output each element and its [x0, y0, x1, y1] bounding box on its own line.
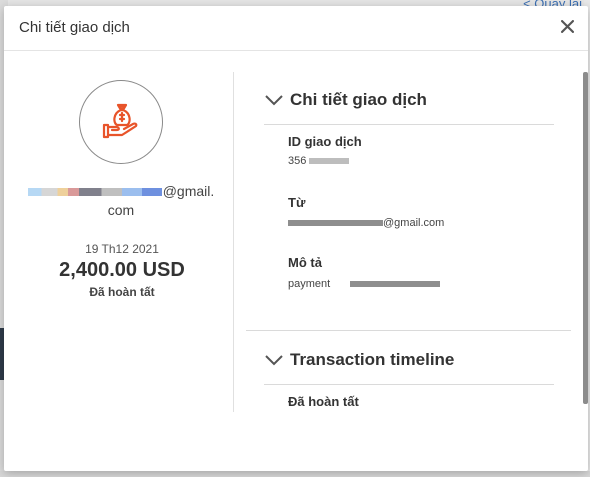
hand-money-bag-icon: [102, 103, 138, 139]
close-button[interactable]: [556, 15, 578, 37]
details-divider: [264, 124, 554, 125]
modal-header: Chi tiết giao dịch: [4, 6, 588, 51]
from-email-suffix: @gmail.com: [383, 217, 445, 229]
timeline-section-toggle[interactable]: Transaction timeline: [264, 350, 454, 370]
from-label: Từ: [288, 195, 306, 210]
description-label: Mô tả: [288, 255, 322, 270]
redacted-id: [309, 158, 350, 164]
description-value: payment: [288, 278, 441, 290]
redacted-sender: [288, 220, 383, 226]
timeline-divider: [264, 384, 554, 385]
transaction-details-panel: Chi tiết giao dịch ID giao dịch 356 Từ @…: [246, 72, 576, 412]
email-tail: com: [107, 202, 135, 218]
details-scrollbar[interactable]: [583, 72, 588, 404]
redacted-email-part: [27, 188, 162, 197]
close-icon: [560, 19, 574, 33]
transaction-detail-modal: Chi tiết giao dịch @gmail. com 19 Th12 2…: [4, 6, 588, 471]
email-suffix: @gmail.: [162, 183, 215, 199]
from-value: @gmail.com: [288, 217, 444, 229]
transaction-avatar: [79, 80, 163, 164]
timeline-event-label: Đã hoàn tất: [288, 394, 359, 409]
transaction-id-value: 356: [288, 155, 350, 167]
details-section-title: Chi tiết giao dịch: [290, 90, 427, 109]
transaction-summary-panel: @gmail. com 19 Th12 2021 2,400.00 USD Đã…: [8, 72, 234, 412]
modal-title: Chi tiết giao dịch: [19, 19, 130, 36]
transaction-id-prefix: 356: [288, 155, 307, 167]
description-text: payment: [288, 278, 331, 290]
transaction-amount: 2,400.00 USD: [59, 259, 185, 281]
details-section-toggle[interactable]: Chi tiết giao dịch: [264, 90, 427, 110]
section-divider: [246, 330, 571, 331]
transaction-id-label: ID giao dịch: [288, 134, 362, 149]
background-bottom-strip: [0, 471, 590, 477]
transaction-status: Đã hoàn tất: [89, 285, 155, 299]
chevron-down-icon: [265, 95, 283, 106]
timeline-section-title: Transaction timeline: [290, 350, 455, 369]
chevron-down-icon: [265, 355, 283, 366]
transaction-date: 19 Th12 2021: [85, 242, 159, 256]
redacted-description: [350, 281, 441, 287]
counterparty-email: @gmail. com: [26, 182, 216, 220]
